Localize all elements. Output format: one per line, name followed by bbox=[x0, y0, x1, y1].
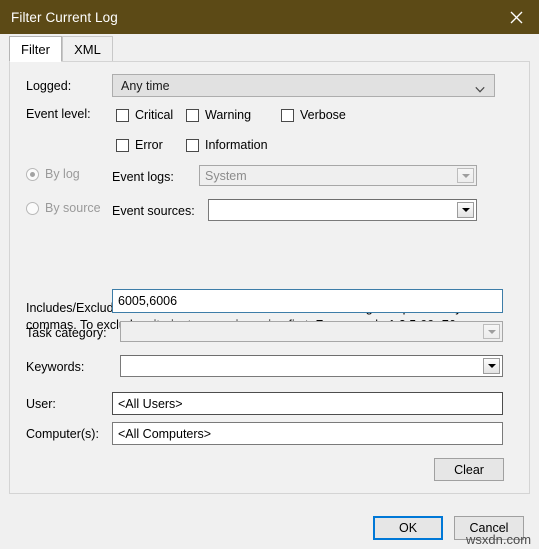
checkbox-box-icon bbox=[116, 108, 129, 122]
keywords-dropdown[interactable] bbox=[120, 355, 503, 377]
keywords-label: Keywords: bbox=[26, 360, 85, 374]
ok-button-label: OK bbox=[398, 521, 418, 535]
radio-by-source[interactable]: By source bbox=[26, 201, 101, 215]
dropdown-arrow-icon[interactable] bbox=[483, 324, 500, 339]
user-label: User: bbox=[26, 397, 56, 411]
event-sources-dropdown[interactable] bbox=[208, 199, 477, 221]
window-title: Filter Current Log bbox=[11, 9, 118, 25]
computers-label: Computer(s): bbox=[26, 427, 99, 441]
event-logs-value: System bbox=[205, 168, 247, 183]
checkbox-box-icon bbox=[116, 138, 129, 152]
checkbox-warning[interactable]: Warning bbox=[186, 108, 251, 122]
radio-by-source-label: By source bbox=[45, 201, 101, 215]
logged-value: Any time bbox=[121, 78, 170, 93]
checkbox-critical[interactable]: Critical bbox=[116, 108, 173, 122]
user-input[interactable]: <All Users> bbox=[112, 392, 503, 415]
clear-button[interactable]: Clear bbox=[434, 458, 504, 481]
checkbox-error-label: Error bbox=[135, 138, 163, 152]
radio-by-log[interactable]: By log bbox=[26, 167, 80, 181]
radio-by-log-label: By log bbox=[45, 167, 80, 181]
event-logs-dropdown[interactable]: System bbox=[199, 165, 477, 186]
tab-strip: Filter XML bbox=[9, 36, 530, 62]
checkbox-information-label: Information bbox=[205, 138, 268, 152]
filter-tab-panel: Logged: Any time Event level: Critical W… bbox=[9, 61, 530, 494]
checkbox-verbose-label: Verbose bbox=[300, 108, 346, 122]
close-icon bbox=[510, 11, 523, 24]
checkbox-verbose[interactable]: Verbose bbox=[281, 108, 346, 122]
logged-dropdown[interactable]: Any time bbox=[112, 74, 495, 97]
checkbox-critical-label: Critical bbox=[135, 108, 174, 122]
task-category-label: Task category: bbox=[26, 326, 107, 340]
watermark: wsxdn.com bbox=[466, 532, 532, 547]
dropdown-arrow-icon[interactable] bbox=[457, 202, 474, 218]
radio-dot-icon bbox=[26, 201, 39, 215]
title-bar: Filter Current Log bbox=[0, 0, 539, 34]
event-sources-label: Event sources: bbox=[112, 204, 195, 218]
event-level-label: Event level: bbox=[26, 107, 91, 121]
task-category-dropdown[interactable] bbox=[120, 321, 503, 342]
tab-xml-label: XML bbox=[74, 42, 101, 57]
tab-xml[interactable]: XML bbox=[62, 36, 113, 62]
event-ids-value: 6005,6006 bbox=[118, 294, 178, 308]
chevron-down-icon bbox=[475, 82, 485, 93]
tab-filter[interactable]: Filter bbox=[9, 36, 62, 62]
checkbox-information[interactable]: Information bbox=[186, 138, 268, 152]
filter-current-log-dialog: Filter Current Log Filter XML Logged: An… bbox=[0, 0, 539, 549]
dropdown-arrow-icon[interactable] bbox=[483, 358, 500, 374]
checkbox-box-icon bbox=[186, 108, 199, 122]
dropdown-arrow-icon[interactable] bbox=[457, 168, 474, 183]
checkbox-box-icon bbox=[281, 108, 294, 122]
event-logs-label: Event logs: bbox=[112, 170, 174, 184]
computers-input[interactable]: <All Computers> bbox=[112, 422, 503, 445]
logged-label: Logged: bbox=[26, 79, 72, 93]
user-value: <All Users> bbox=[118, 396, 183, 411]
close-button[interactable] bbox=[494, 0, 539, 34]
checkbox-box-icon bbox=[186, 138, 199, 152]
computers-value: <All Computers> bbox=[118, 426, 212, 441]
ok-button[interactable]: OK bbox=[373, 516, 443, 540]
checkbox-warning-label: Warning bbox=[205, 108, 252, 122]
event-ids-input[interactable]: 6005,6006 bbox=[112, 289, 503, 313]
radio-dot-icon bbox=[26, 167, 39, 181]
clear-button-label: Clear bbox=[454, 462, 484, 477]
tab-filter-label: Filter bbox=[21, 41, 50, 57]
checkbox-error[interactable]: Error bbox=[116, 138, 163, 152]
